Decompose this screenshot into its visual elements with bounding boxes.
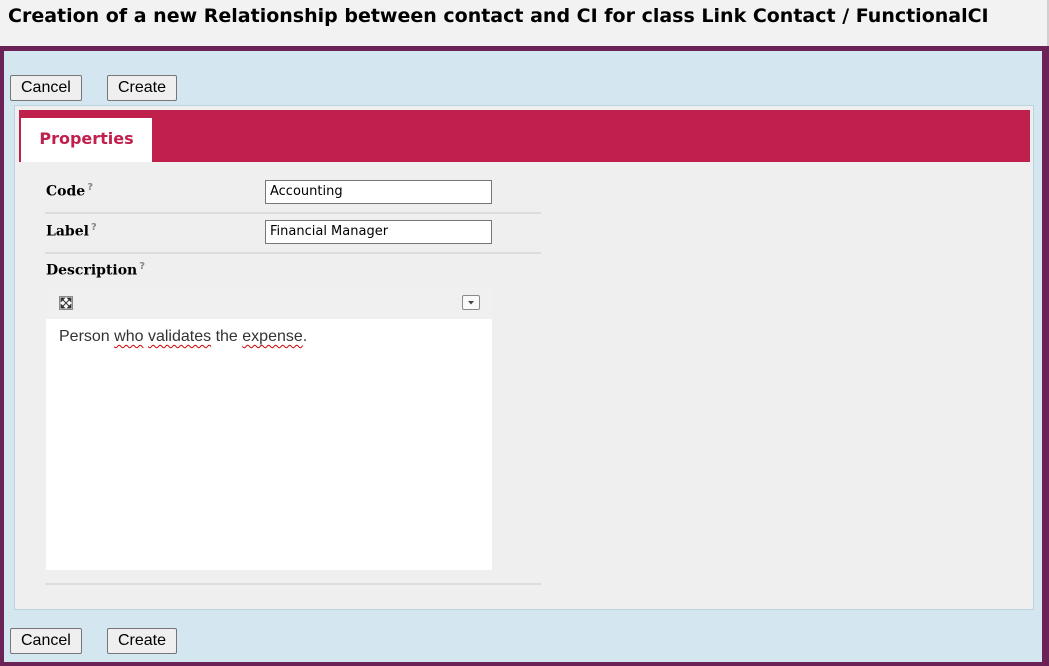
description-label: Description? (46, 261, 145, 279)
description-word: the (215, 328, 238, 345)
divider (45, 252, 541, 254)
create-button-bottom[interactable]: Create (107, 628, 178, 654)
description-word: validates (147, 328, 212, 345)
description-word: Person (59, 328, 110, 345)
chevron-down-icon[interactable] (462, 295, 480, 310)
description-editor[interactable]: Person who validates the expense. (46, 287, 492, 570)
divider (45, 212, 541, 214)
maximize-icon[interactable] (59, 296, 73, 310)
code-label-text: Code (46, 183, 86, 200)
description-help-icon[interactable]: ? (139, 261, 145, 272)
cancel-button-top[interactable]: Cancel (10, 75, 82, 101)
label-label-text: Label (46, 223, 89, 240)
properties-panel: Properties Code? Accounting Label? Finan… (14, 105, 1034, 610)
code-label: Code? (46, 182, 93, 200)
description-word: . (302, 328, 308, 345)
create-button-top[interactable]: Create (107, 75, 178, 101)
label-help-icon[interactable]: ? (91, 222, 97, 233)
description-word: expense (242, 328, 303, 345)
description-text[interactable]: Person who validates the expense. (59, 328, 307, 346)
code-help-icon[interactable]: ? (87, 182, 93, 193)
tab-bar: Properties (19, 110, 1030, 162)
divider (45, 583, 541, 585)
label-field[interactable]: Financial Manager (265, 220, 492, 244)
label-label: Label? (46, 222, 97, 240)
editor-toolbar (46, 287, 492, 319)
code-field[interactable]: Accounting (265, 180, 492, 204)
dialog-frame: Cancel Create Properties Code? Accountin… (4, 51, 1042, 662)
page-title: Creation of a new Relationship between c… (8, 5, 989, 27)
description-word: who (114, 328, 144, 345)
title-bar: Creation of a new Relationship between c… (0, 0, 1049, 46)
tab-properties[interactable]: Properties (21, 118, 152, 162)
description-label-text: Description (46, 262, 138, 279)
cancel-button-bottom[interactable]: Cancel (10, 628, 82, 654)
